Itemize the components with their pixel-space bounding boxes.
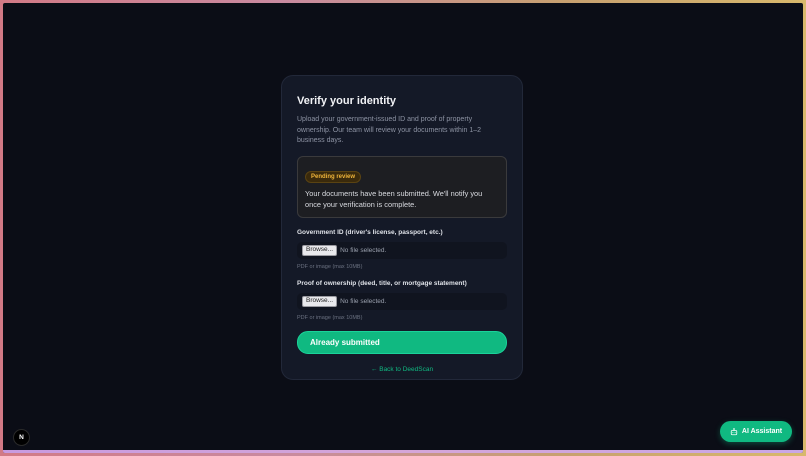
frame-border (3, 450, 803, 453)
submit-button[interactable]: Already submitted (297, 330, 507, 354)
status-notice: Pending review Your documents have been … (297, 155, 507, 218)
page-subtitle: Upload your government-issued ID and pro… (297, 116, 482, 144)
government-id-file-status: No file selected. (340, 246, 387, 254)
nextjs-icon[interactable]: N (13, 429, 30, 446)
government-id-label: Government ID (driver's license, passpor… (297, 228, 443, 236)
ai-assistant-label: AI Assistant (741, 428, 783, 435)
page-title: Verify your identity (297, 95, 397, 107)
app-window: Verify your identity Upload your governm… (3, 3, 803, 453)
ai-assistant-button[interactable]: AI Assistant (720, 421, 792, 442)
government-id-browse-button[interactable]: Browse... (302, 244, 338, 256)
proof-of-ownership-hint: PDF or image (max 10MB) (297, 314, 363, 321)
verification-card: Verify your identity Upload your governm… (281, 75, 523, 380)
proof-of-ownership-label: Proof of ownership (deed, title, or mort… (297, 279, 467, 287)
proof-of-ownership-file-input[interactable]: Browse... No file selected. (297, 292, 507, 310)
proof-of-ownership-browse-button[interactable]: Browse... (302, 295, 338, 307)
back-link[interactable]: ← Back to DeedScan (297, 365, 507, 374)
status-badge: Pending review (305, 170, 362, 183)
proof-of-ownership-file-status: No file selected. (340, 297, 387, 305)
status-message: Your documents have been submitted. We'l… (305, 188, 483, 209)
robot-icon (730, 427, 738, 435)
government-id-hint: PDF or image (max 10MB) (297, 263, 363, 270)
government-id-file-input[interactable]: Browse... No file selected. (297, 241, 507, 259)
